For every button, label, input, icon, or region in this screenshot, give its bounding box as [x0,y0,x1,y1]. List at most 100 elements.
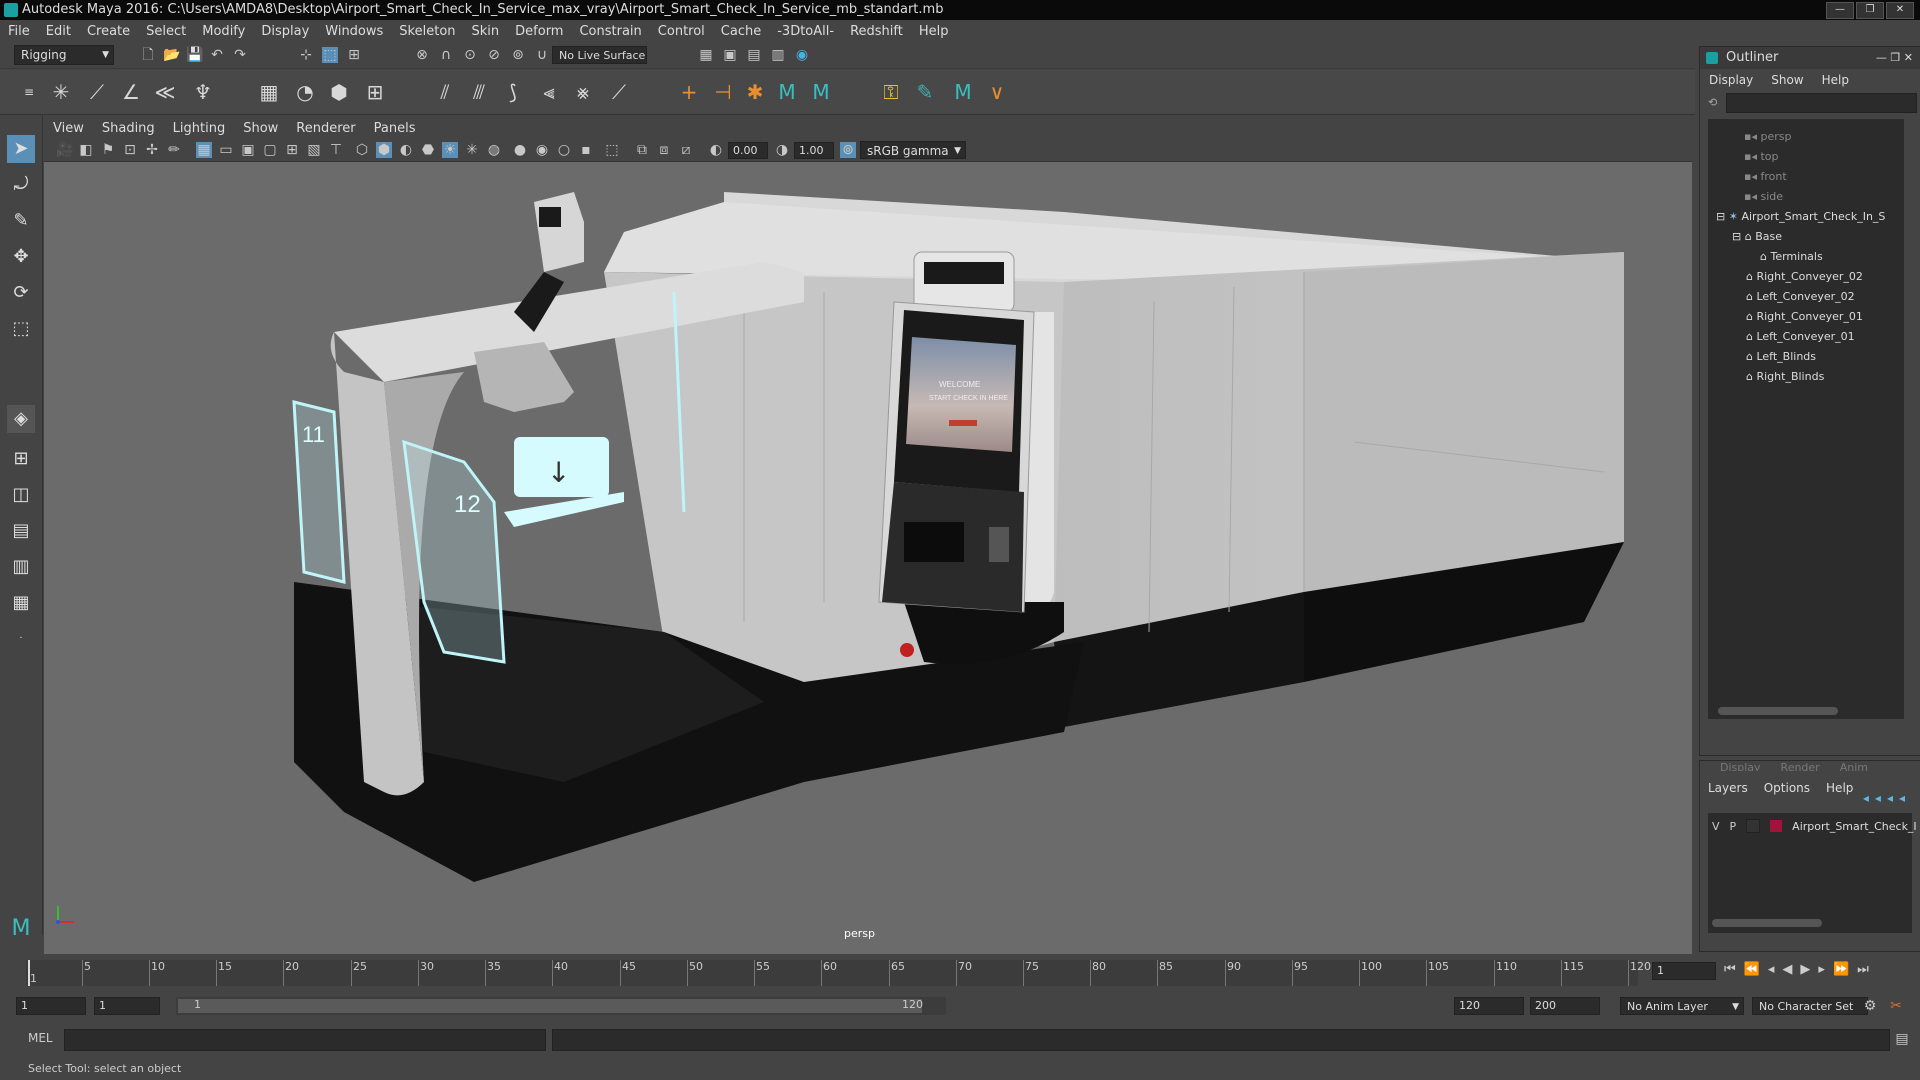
scale-tool-icon[interactable]: ⬚ [7,315,35,343]
layer-hscrollbar[interactable] [1712,919,1822,927]
layer-row[interactable]: V P Airport_Smart_Check_I [1712,817,1917,835]
select-component-icon[interactable]: ⊞ [346,47,362,63]
render-view-icon[interactable]: ▥ [770,47,786,63]
move-tool-icon[interactable]: ✥ [7,243,35,271]
skin-weights-icon[interactable]: ≪ [152,79,178,105]
step-forward-key-icon[interactable]: ⏩ [1833,962,1857,977]
outliner-layout-icon[interactable]: ▤ [7,517,35,545]
exposure-field[interactable]: 0.00 [728,142,768,159]
paint-weights-icon[interactable]: ⟆ [500,79,526,105]
open-scene-icon[interactable]: 📂 [163,47,180,63]
filter-icon[interactable]: ⟲ [1708,96,1722,110]
layer-menu-help[interactable]: Help [1818,781,1861,795]
menu-redshift[interactable]: Redshift [842,24,911,39]
command-language-label[interactable]: MEL [28,1031,53,1045]
set-key-icon[interactable]: ⚿ [878,79,904,105]
playback-end-field[interactable]: 120 [1454,997,1524,1015]
menu-deform[interactable]: Deform [507,24,571,39]
wireframe-icon[interactable]: ⬡ [354,142,370,158]
prune-weights-icon[interactable]: ⟋ [606,79,632,105]
resolution-gate-icon[interactable]: ▣ [240,142,256,158]
single-perspective-layout-icon[interactable]: ◈ [7,405,35,433]
lattice-icon[interactable]: ▦ [256,79,282,105]
character-set-dropdown[interactable]: No Character Set [1752,997,1868,1015]
lasso-tool-icon[interactable]: ⤾ [7,171,35,199]
layer-playback-toggle[interactable]: P [1730,820,1737,833]
bookmark-icon[interactable]: ⚑ [100,142,116,158]
start-time-field[interactable]: 1 [16,997,86,1015]
collapse-icon[interactable]: ⊟ [1716,210,1729,223]
new-scene-icon[interactable]: 🗋 [140,47,156,63]
go-to-end-icon[interactable]: ⏭ [1857,962,1877,977]
bind-skin-icon[interactable]: ⫽ [432,79,458,105]
tree-item-right-conveyer-02[interactable]: ⌂ Right_Conveyer_02 [1746,267,1863,287]
xray-joints-icon[interactable]: ⧉ [634,142,650,158]
end-time-field[interactable]: 200 [1530,997,1600,1015]
snap-grid-icon[interactable]: ⊗ [414,47,430,63]
exposure-icon[interactable]: ◐ [708,142,724,158]
create-joint-icon[interactable]: ✳ [48,79,74,105]
tree-item-left-conveyer-02[interactable]: ⌂ Left_Conveyer_02 [1746,287,1855,307]
redo-icon[interactable]: ↷ [232,47,248,63]
render-frame-icon[interactable]: ▣ [722,47,738,63]
select-hierarchy-icon[interactable]: ⊹ [298,47,314,63]
viewport-menu-panels[interactable]: Panels [365,121,425,136]
textured-icon[interactable]: ⬣ [420,142,436,158]
film-gate-icon[interactable]: ▭ [218,142,234,158]
wire-deformer-icon[interactable]: ⊞ [362,79,388,105]
command-input[interactable] [64,1029,546,1051]
menuset-dropdown[interactable]: Rigging ▼ [14,45,114,65]
script-editor-icon[interactable]: ▤ [1894,1031,1910,1047]
time-slider[interactable]: 1 5 10 15 20 25 30 35 40 45 50 55 60 65 70 75 80 85 90 95 10… [0,954,1920,988]
range-slider[interactable]: 1 120 [176,997,946,1015]
view-transform-dropdown[interactable]: sRGB gamma ▼ [860,141,966,159]
perspective-viewport[interactable]: WELCOME START CHECK IN HERE 11 12 ↓ pers… [44,162,1692,954]
layer-color-swatch[interactable] [1770,820,1783,832]
menu-create[interactable]: Create [79,24,138,39]
tree-item-root[interactable]: ⊟ ✶ Airport_Smart_Check_In_S [1716,207,1885,227]
layer-tab-anim[interactable]: Anim [1840,761,1868,771]
tree-item-left-blinds[interactable]: ⌂ Left_Blinds [1746,347,1816,367]
shelf-menu-icon[interactable]: ≡ [16,79,42,105]
ipr-render-icon[interactable]: ▤ [746,47,762,63]
tree-item-side[interactable]: ▪◂ side [1744,187,1783,207]
grid-icon[interactable]: ▦ [196,142,212,158]
ambient-occlusion-icon[interactable]: ● [512,142,528,158]
snap-curve-icon[interactable]: ∩ [438,47,454,63]
mirror-weights-icon[interactable]: ⫷ [536,79,562,105]
menu-skeleton[interactable]: Skeleton [391,24,463,39]
menu-display[interactable]: Display [253,24,317,39]
outliner-window-buttons[interactable]: — ❐ ✕ [1876,47,1913,69]
two-d-pan-icon[interactable]: ✢ [144,142,160,158]
tree-item-right-blinds[interactable]: ⌂ Right_Blinds [1746,367,1824,387]
snap-surface-icon[interactable]: ⊚ [510,47,526,63]
layer-type-toggle[interactable] [1746,819,1761,833]
current-frame-field[interactable]: 1 [1652,962,1716,980]
tree-item-left-conveyer-01[interactable]: ⌂ Left_Conveyer_01 [1746,327,1855,347]
viewport-menu-shading[interactable]: Shading [93,121,164,136]
undo-icon[interactable]: ↶ [209,47,225,63]
safe-title-icon[interactable]: ⊤ [328,142,344,158]
save-scene-icon[interactable]: 💾 [186,47,203,63]
outliner-menu-show[interactable]: Show [1762,73,1812,87]
four-view-layout-icon[interactable]: ⊞ [7,445,35,473]
layer-visibility-toggle[interactable]: V [1712,820,1720,833]
wrap-deformer-icon[interactable]: ⬢ [326,79,352,105]
tree-item-persp[interactable]: ▪◂ persp [1744,127,1791,147]
outliner-menu-display[interactable]: Display [1700,73,1762,87]
playback-start-field[interactable]: 1 [94,997,160,1015]
layer-list[interactable]: V P Airport_Smart_Check_I [1708,813,1917,933]
render-settings-icon[interactable]: ▦ [698,47,714,63]
field-chart-icon[interactable]: ⊞ [284,142,300,158]
xray-icon[interactable]: ◍ [486,142,502,158]
viewport-menu-show[interactable]: Show [234,121,287,136]
playback-controls[interactable]: ⏮⏪◂◀▶▸⏩⏭ [1724,962,1877,977]
viewport-menu-view[interactable]: View [44,121,93,136]
safe-action-icon[interactable]: ▧ [306,142,322,158]
menu-file[interactable]: File [0,24,38,39]
copy-weights-icon[interactable]: ⨳ [570,79,596,105]
step-back-key-icon[interactable]: ⏪ [1744,962,1768,977]
tree-item-base[interactable]: ⊟ ⌂ Base [1732,227,1782,247]
play-backward-icon[interactable]: ◀ [1782,962,1800,977]
auto-key-icon[interactable]: ⚙ [1862,998,1878,1014]
